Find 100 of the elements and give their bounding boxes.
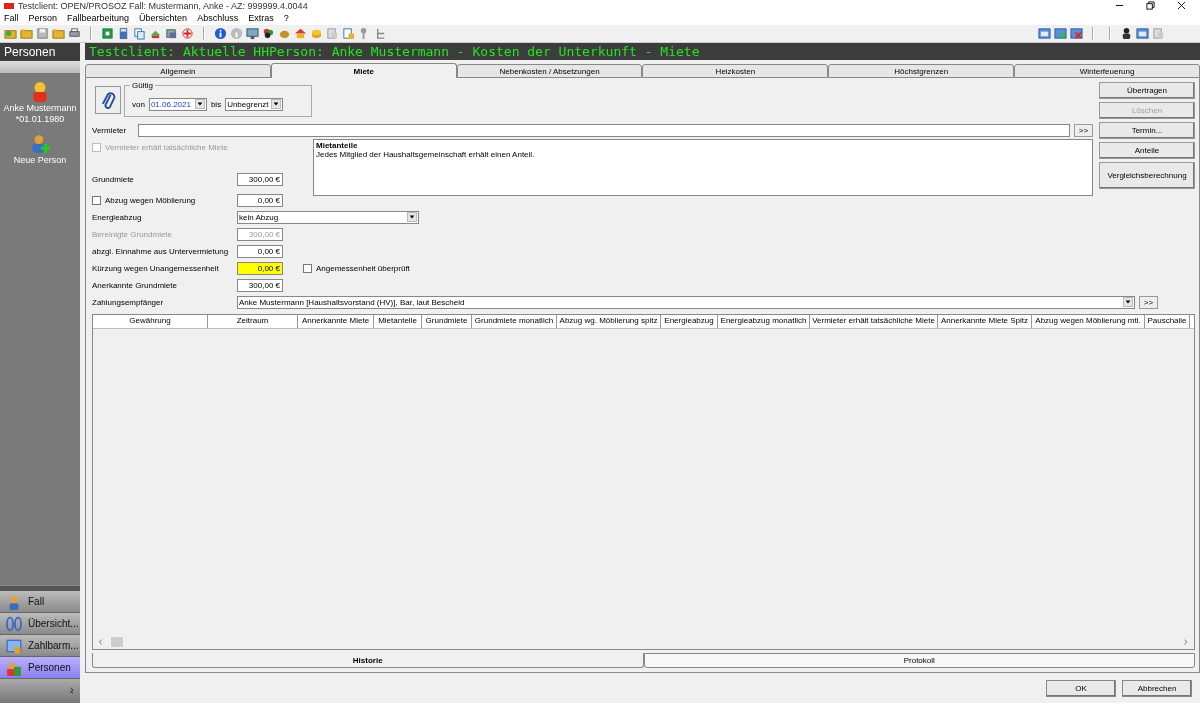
select-field[interactable]: kein Abzug bbox=[237, 210, 419, 224]
field-label: Energieabzug bbox=[92, 212, 143, 222]
amount-field[interactable]: 0,00 € bbox=[237, 244, 283, 258]
app-logo-icon bbox=[4, 0, 14, 11]
form-icon bbox=[1136, 27, 1149, 40]
scroll-thumb[interactable] bbox=[111, 637, 123, 647]
coins-icon bbox=[310, 27, 323, 40]
tab[interactable]: Höchstgrenzen bbox=[828, 64, 1015, 78]
field-label: Vermieter bbox=[92, 125, 128, 135]
tab[interactable]: Nebenkosten / Absetzungen bbox=[456, 64, 643, 78]
scroll-left-icon bbox=[97, 638, 105, 646]
add-person-icon bbox=[29, 133, 51, 155]
action-button[interactable]: Termin... bbox=[1099, 122, 1195, 139]
monitor-icon bbox=[246, 27, 259, 40]
date-field[interactable]: Unbegrenzt bbox=[225, 97, 284, 111]
column-header[interactable]: Energieabzug bbox=[661, 315, 718, 328]
calendar-icon bbox=[1038, 27, 1051, 40]
document-icon bbox=[342, 27, 355, 40]
checkbox-label: Angemessenheit überprüft bbox=[316, 263, 410, 273]
copy-icon bbox=[133, 27, 146, 40]
column-header[interactable]: Annerkannte Miete Spitz bbox=[938, 315, 1032, 328]
attachment-button[interactable] bbox=[95, 86, 121, 114]
more-button[interactable]: >> bbox=[1074, 123, 1093, 137]
shares-text: Jedes Mitglied der Haushaltsgemeinschaft erhält einen Anteil. bbox=[316, 150, 536, 159]
menu-item[interactable]: Übersichten bbox=[139, 13, 188, 23]
field-label: Anerkannte Grundmiete bbox=[92, 280, 178, 290]
frame-icon bbox=[101, 27, 114, 40]
tab[interactable]: Miete bbox=[270, 63, 457, 78]
person-name: Anke Mustermann bbox=[3, 103, 77, 114]
date-field[interactable]: 01.06.2021 bbox=[148, 97, 207, 111]
column-header[interactable]: Annerkannte Miete bbox=[298, 315, 374, 328]
nav-item[interactable]: Zahlbarm... bbox=[0, 635, 80, 657]
figure-icon bbox=[1120, 27, 1133, 40]
nav-item[interactable]: Personen bbox=[0, 657, 80, 679]
column-header[interactable]: Gewährung bbox=[93, 315, 208, 328]
landlord-field[interactable] bbox=[138, 123, 1070, 137]
scroll-right-icon bbox=[1182, 638, 1190, 646]
field-label: Grundmiete bbox=[92, 174, 135, 184]
calculator-icon bbox=[117, 27, 130, 40]
column-header[interactable]: Grundmiete monatlich bbox=[472, 315, 557, 328]
shares-title: Mietanteile bbox=[316, 141, 359, 150]
dropdown-icon bbox=[195, 100, 204, 108]
calendar-add-icon bbox=[1054, 27, 1067, 40]
action-button[interactable]: Übertragen bbox=[1099, 82, 1195, 99]
tab[interactable]: Protokoll bbox=[643, 653, 1195, 668]
action-button[interactable]: Vergleichsberechnung bbox=[1099, 162, 1195, 189]
menu-item[interactable]: Person bbox=[28, 13, 58, 23]
amount-field[interactable]: 0,00 € bbox=[237, 261, 283, 275]
field-label: Kürzung wegen Unangemessenheit bbox=[92, 263, 220, 273]
action-button[interactable]: Anteile bbox=[1099, 142, 1195, 159]
column-header[interactable]: Abzug wg. Möblierung spitz bbox=[557, 315, 661, 328]
calendar-delete-icon bbox=[1070, 27, 1083, 40]
field-label: Zahlungsempfänger bbox=[92, 297, 165, 307]
column-header[interactable]: Grundmiete bbox=[422, 315, 472, 328]
column-header[interactable]: Mietanteile bbox=[374, 315, 422, 328]
page-header: Testclient: Aktuelle HHPerson: Anke Mustermann - Kosten der Unterkunft - Miete bbox=[85, 43, 1200, 60]
amount-field[interactable]: 300,00 € bbox=[237, 278, 283, 292]
dropdown-icon bbox=[408, 213, 416, 221]
tab[interactable]: Winterfeuerung bbox=[1014, 64, 1200, 78]
people-icon bbox=[6, 659, 22, 676]
column-header[interactable]: Pauschalie bbox=[1145, 315, 1190, 328]
checkbox-label: Abzug wegen Möblierung bbox=[105, 195, 196, 205]
select-field[interactable]: Anke Mustermann [Haushaltsvorstand (HV)], Bar, laut Bescheid bbox=[237, 295, 1135, 309]
payment-icon bbox=[6, 637, 22, 654]
dialog-button[interactable]: OK bbox=[1046, 679, 1116, 697]
tab[interactable]: Heizkosten bbox=[642, 64, 829, 78]
chevron-icon bbox=[69, 687, 77, 695]
amount-field[interactable]: 300,00 € bbox=[237, 172, 283, 186]
menu-item[interactable]: Abschluss bbox=[197, 13, 239, 23]
sidebar-item[interactable]: Anke Mustermann *01.01.1980 bbox=[3, 81, 77, 125]
window-title: Testclient: OPEN/PROSOZ Fall: Mustermann, Anke - AZ: 999999.4.0044 bbox=[18, 0, 308, 11]
amount-field[interactable]: 0,00 € bbox=[237, 193, 283, 207]
restore-icon bbox=[1146, 1, 1155, 10]
nav-item[interactable]: Fall bbox=[0, 591, 80, 613]
paperclip-icon bbox=[99, 91, 117, 109]
column-header[interactable]: Vermieter erhält tatsächliche Miete bbox=[810, 315, 938, 328]
menu-item[interactable]: Extras bbox=[248, 13, 274, 23]
info-icon bbox=[230, 27, 243, 40]
menu-item[interactable]: Fall bbox=[4, 13, 19, 23]
add-folder-icon bbox=[4, 27, 17, 40]
dropdown-icon bbox=[272, 100, 281, 108]
dialog-button[interactable]: Abbrechen bbox=[1122, 679, 1192, 697]
column-header[interactable]: Abzug wegen Möblierung mtl. bbox=[1032, 315, 1145, 328]
column-header[interactable]: Energieabzug monatlich bbox=[718, 315, 810, 328]
more-button[interactable]: >> bbox=[1139, 295, 1158, 309]
column-header[interactable]: Zeitraum bbox=[208, 315, 298, 328]
tab[interactable]: Allgemein bbox=[85, 64, 271, 78]
menu-item[interactable]: ? bbox=[283, 13, 289, 23]
checkbox[interactable] bbox=[92, 195, 101, 205]
checkbox[interactable] bbox=[303, 263, 312, 273]
birth-date: *01.01.1980 bbox=[15, 114, 65, 125]
field-label: abzgl. Einnahme aus Untervermietung bbox=[92, 246, 230, 256]
info-icon bbox=[214, 27, 227, 40]
checkbox-label: Vermieter erhält tatsächliche Miete bbox=[105, 143, 228, 152]
nav-item[interactable]: Übersicht... bbox=[0, 613, 80, 635]
tab[interactable]: Historie bbox=[92, 653, 644, 668]
folder-icon bbox=[20, 27, 33, 40]
menu-item[interactable]: Fallbearbeitung bbox=[67, 13, 130, 23]
stack-icon bbox=[165, 27, 178, 40]
sidebar-item[interactable]: Neue Person bbox=[13, 133, 67, 166]
